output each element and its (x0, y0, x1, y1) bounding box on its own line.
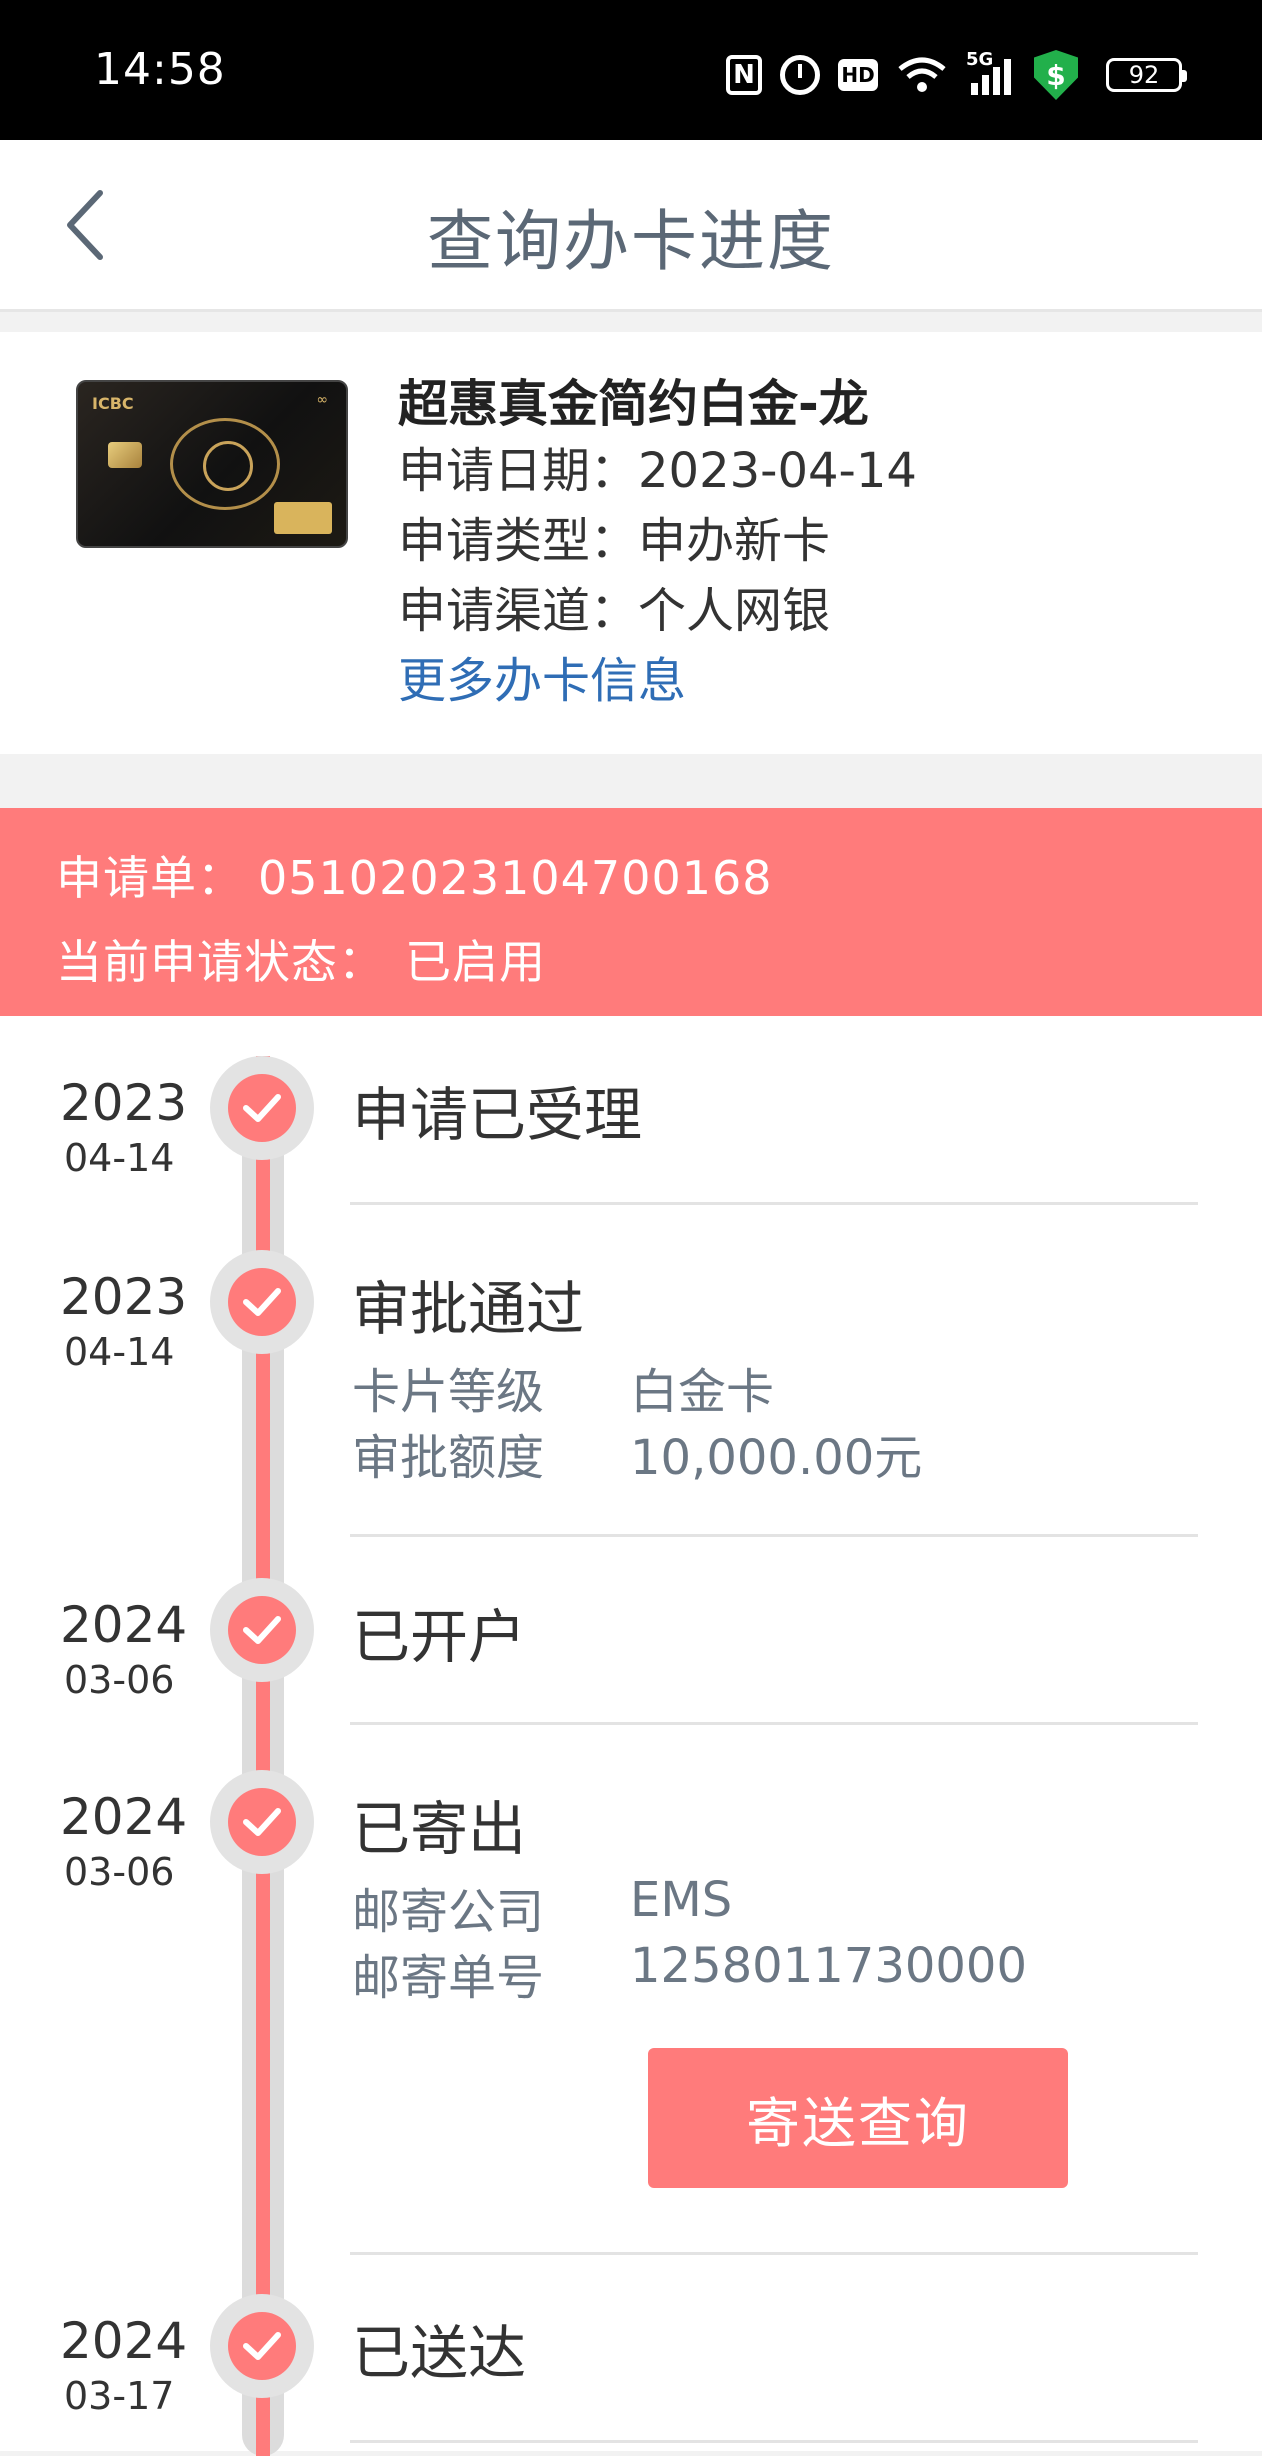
detail-value: 白金卡 (630, 1364, 775, 1420)
apply-channel: 申请渠道：个人网银 (398, 583, 831, 639)
step-divider (350, 2252, 1198, 2255)
application-number-row: 申请单： 05102023104700168 (56, 842, 773, 908)
page-title: 查询办卡进度 (427, 203, 835, 280)
detail-label: 审批额度 (352, 1430, 545, 1486)
step-title: 已开户 (352, 1603, 527, 1671)
check-icon (243, 1288, 281, 1316)
step-node (210, 1770, 314, 1874)
check-icon (243, 1094, 281, 1122)
step-date: 04-14 (64, 1330, 175, 1374)
5g-signal-icon: 5G (966, 49, 1016, 95)
card-brand-logo: ICBC (92, 394, 134, 413)
step-title: 已送达 (352, 2319, 527, 2387)
apply-type: 申请类型：申办新卡 (398, 513, 831, 569)
nfc-icon: N (726, 55, 762, 95)
network-type-label: 5G (966, 49, 994, 70)
step-date: 03-06 (64, 1850, 175, 1894)
card-chip-icon (108, 442, 142, 468)
card-network-logo (274, 502, 332, 534)
detail-courier-company: 邮寄公司 EMS (352, 1872, 732, 1942)
step-date: 04-14 (64, 1136, 175, 1180)
detail-value: EMS (630, 1872, 733, 1928)
step-divider (350, 1722, 1198, 1725)
card-details: 超惠真金简约白金-龙 申请日期：2023-04-14 申请类型：申办新卡 申请渠… (398, 372, 917, 716)
alarm-icon (780, 55, 820, 95)
detail-card-level: 卡片等级 白金卡 (352, 1352, 774, 1422)
header: 查询办卡进度 (0, 140, 1262, 312)
card-info-panel: ICBC ∞ 超惠真金简约白金-龙 申请日期：2023-04-14 申请类型：申… (0, 332, 1262, 754)
step-title: 审批通过 (352, 1275, 585, 1343)
application-number-value: 05102023104700168 (258, 851, 773, 905)
hd-icon: HD (838, 59, 878, 91)
detail-label: 邮寄公司 (352, 1884, 545, 1940)
step-node (210, 1578, 314, 1682)
check-icon (243, 2332, 281, 2360)
step-node (210, 1250, 314, 1354)
check-icon (243, 1808, 281, 1836)
security-shield-icon: $ (1034, 50, 1078, 100)
application-status-row: 当前申请状态： 已启用 (56, 926, 546, 992)
status-time: 14:58 (94, 44, 226, 95)
status-icons: N HD 5G $ 92 (726, 49, 1187, 100)
step-divider (350, 1202, 1198, 1205)
card-decoration: ∞ (316, 392, 328, 408)
step-node (210, 2294, 314, 2398)
detail-label: 卡片等级 (352, 1364, 545, 1420)
step-year: 2024 (60, 1596, 188, 1654)
step-date: 03-06 (64, 1658, 175, 1702)
credit-card-image: ICBC ∞ (76, 380, 348, 548)
wifi-icon (896, 55, 948, 95)
detail-label: 邮寄单号 (352, 1950, 545, 2006)
dragon-emblem-icon (170, 418, 280, 510)
step-year: 2023 (60, 1268, 188, 1326)
battery-icon: 92 (1106, 58, 1187, 92)
step-title: 已寄出 (352, 1795, 527, 1863)
step-year: 2023 (60, 1074, 188, 1132)
card-name: 超惠真金简约白金-龙 (398, 375, 869, 433)
detail-credit-limit: 审批额度 10,000.00元 (352, 1418, 922, 1488)
status-bar: 14:58 N HD 5G $ 92 (0, 0, 1262, 140)
detail-value: 10,000.00元 (630, 1430, 923, 1486)
progress-timeline: 2023 04-14 申请已受理 2023 04-14 审批通过 卡片等级 白金… (0, 1016, 1262, 2456)
step-node (210, 1056, 314, 1160)
detail-value: 1258011730000 (630, 1938, 1028, 1994)
step-year: 2024 (60, 1788, 188, 1846)
more-card-info-link[interactable]: 更多办卡信息 (398, 646, 917, 716)
application-number-label: 申请单： (56, 851, 244, 905)
step-title: 申请已受理 (352, 1081, 643, 1149)
step-year: 2024 (60, 2312, 188, 2370)
track-shipment-button[interactable]: 寄送查询 (648, 2048, 1068, 2188)
step-divider (350, 1534, 1198, 1537)
application-status-banner: 申请单： 05102023104700168 当前申请状态： 已启用 (0, 808, 1262, 1016)
step-divider (350, 2440, 1198, 2443)
step-date: 03-17 (64, 2374, 175, 2418)
apply-date: 申请日期：2023-04-14 (398, 443, 917, 499)
check-icon (243, 1616, 281, 1644)
application-status-label: 当前申请状态： (56, 935, 385, 989)
application-status-value: 已启用 (405, 935, 546, 989)
detail-tracking-number: 邮寄单号 1258011730000 (352, 1938, 1027, 2008)
